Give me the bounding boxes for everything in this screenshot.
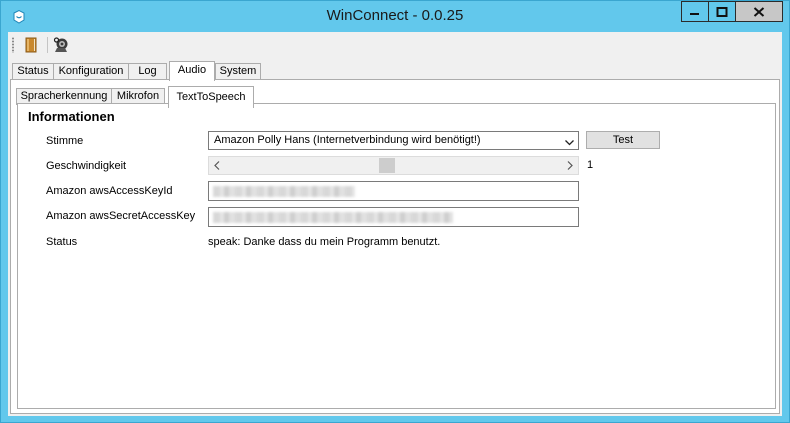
texttospeech-page: Informationen Stimme Amazon Polly Hans (…: [17, 103, 776, 409]
chevron-down-icon: [565, 137, 574, 149]
tab-log[interactable]: Log: [128, 63, 167, 80]
toolbar: [8, 32, 782, 58]
chevron-right-icon: [567, 161, 573, 170]
status-value: speak: Danke dass du mein Programm benut…: [208, 236, 441, 248]
voice-select[interactable]: Amazon Polly Hans (Internetverbindung wi…: [208, 131, 579, 150]
minimize-button[interactable]: [681, 1, 708, 22]
webcam-settings-icon[interactable]: [52, 36, 70, 54]
app-window: WinConnect - 0.0.25 Status Konfiguration…: [0, 0, 790, 423]
maximize-button[interactable]: [708, 1, 735, 22]
secret-key-input[interactable]: [208, 207, 579, 227]
speed-scrollbar-thumb[interactable]: [379, 158, 395, 173]
subtab-texttospeech[interactable]: TextToSpeech: [168, 86, 254, 108]
tab-konfiguration[interactable]: Konfiguration: [53, 63, 129, 80]
audio-tab-page: Spracherkennung Mikrofon TextToSpeech In…: [10, 79, 780, 414]
voice-select-value: Amazon Polly Hans (Internetverbindung wi…: [214, 134, 481, 146]
book-icon[interactable]: [22, 36, 40, 54]
client-area: Status Konfiguration Log Audio System Sp…: [8, 32, 782, 416]
toolbar-separator: [47, 37, 48, 53]
scroll-left-button[interactable]: [209, 157, 225, 174]
scroll-right-button[interactable]: [562, 157, 578, 174]
redacted-secret-key: [213, 212, 453, 223]
tab-status[interactable]: Status: [12, 63, 54, 80]
status-label: Status: [46, 236, 78, 248]
toolbar-grip[interactable]: [12, 37, 14, 53]
speed-value: 1: [587, 159, 594, 171]
maximize-icon: [716, 6, 728, 17]
secret-key-label: Amazon awsSecretAccessKey: [46, 210, 196, 222]
tab-audio[interactable]: Audio: [169, 61, 215, 81]
close-icon: [753, 6, 765, 17]
title-bar[interactable]: WinConnect - 0.0.25: [1, 1, 789, 32]
test-button[interactable]: Test: [586, 131, 660, 149]
redacted-access-key: [213, 186, 355, 197]
window-title: WinConnect - 0.0.25: [326, 7, 464, 24]
access-key-label: Amazon awsAccessKeyId: [46, 185, 173, 197]
speed-label: Geschwindigkeit: [46, 160, 127, 172]
speed-scrollbar-track[interactable]: [225, 157, 562, 174]
tab-system[interactable]: System: [215, 63, 261, 80]
close-button[interactable]: [735, 1, 783, 22]
minimize-icon: [690, 12, 699, 15]
group-title: Informationen: [28, 109, 115, 124]
voice-label: Stimme: [46, 135, 84, 147]
speed-scrollbar[interactable]: [208, 156, 579, 175]
chevron-left-icon: [214, 161, 220, 170]
access-key-input[interactable]: [208, 181, 579, 201]
